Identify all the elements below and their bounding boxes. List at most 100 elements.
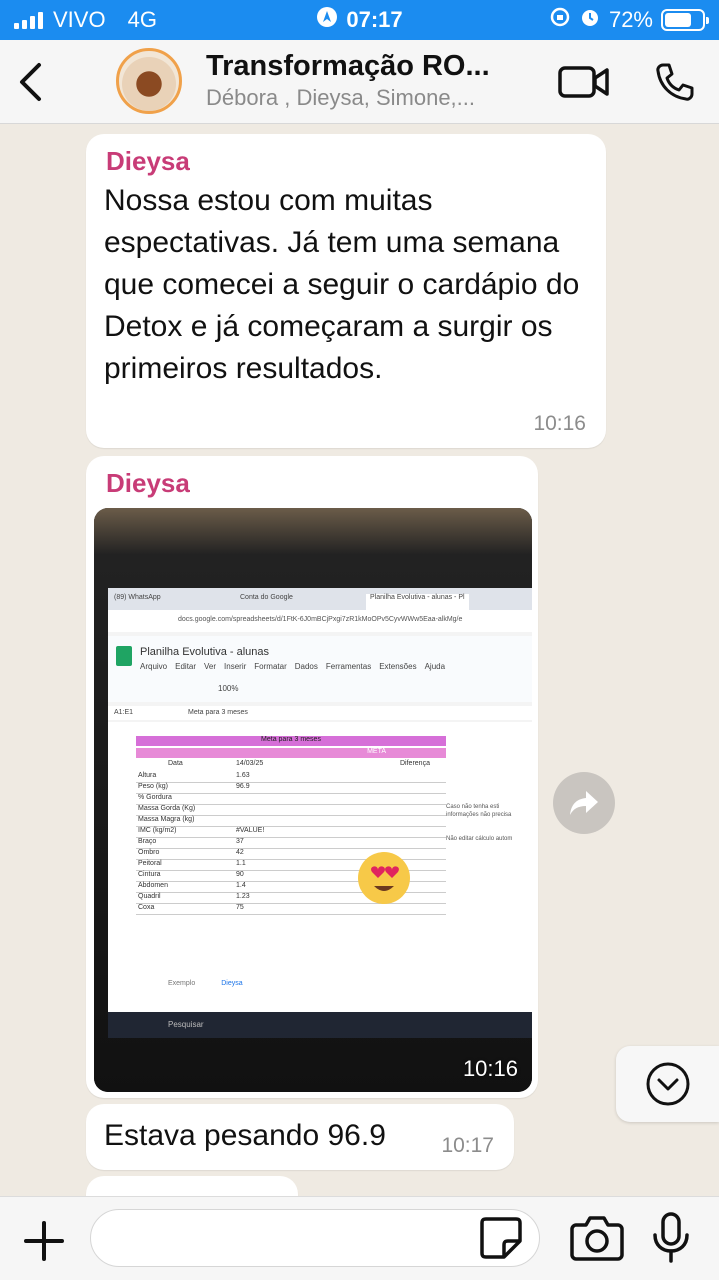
sheets-menu: Arquivo Editar Ver Inserir Formatar Dado… [140,662,445,671]
group-avatar[interactable] [116,48,182,114]
forward-button[interactable] [553,772,615,834]
sheet-row-value: 1.1 [236,860,246,867]
sheet-row-line [136,848,446,849]
plus-icon [24,1221,64,1261]
battery-icon [661,9,709,31]
menu-item: Dados [294,662,318,671]
sheet-row-label: Peitoral [138,860,162,867]
sheet-row-value: 1.63 [236,772,250,779]
attach-button[interactable] [18,1215,70,1267]
sheet-tab: Dieysa [221,980,243,987]
messages-area[interactable]: Dieysa Nossa estou com muitas espectativ… [0,124,719,1196]
address-bar: docs.google.com/spreadsheets/d/1FtK-6J0m… [108,610,532,632]
sheets-header: Planilha Evolutiva - alunas Arquivo Edit… [108,636,532,702]
sheet-row-value: #VALUE! [236,827,265,834]
zoom-level: 100% [218,684,239,693]
sheet-row-line [136,793,446,794]
sticker-icon [480,1217,522,1259]
sheet-row-label: Ombro [138,849,160,856]
sheet-row-label: Altura [138,772,157,779]
scroll-to-bottom-button[interactable] [616,1046,719,1122]
spreadsheet-screen: (89) WhatsApp Conta do Google Planilha E… [108,588,532,1038]
formula-content: Meta para 3 meses [188,709,248,716]
phone-icon [656,63,694,101]
message-photo[interactable]: (89) WhatsApp Conta do Google Planilha E… [94,508,532,1092]
menu-item: Formatar [254,662,287,671]
carrier-label: VIVO [53,7,106,32]
chat-title: Transformação RO... [206,50,490,82]
network-label: 4G [127,7,157,32]
sheet-row-line [136,826,446,827]
sheet-row-label: % Gordura [138,794,172,801]
forward-arrow-icon [570,791,598,815]
sheet-row-label: Quadril [138,893,161,900]
video-camera-icon [558,66,609,98]
photo-message-bubble[interactable]: Dieysa (89) WhatsApp Conta do Google Pla… [86,456,538,1098]
message-bubble-partial[interactable] [86,1176,298,1196]
sheet-row-label: IMC (kg/m2) [138,827,177,834]
back-button[interactable] [0,40,60,124]
video-call-button[interactable] [539,40,629,124]
chevron-down-icon [646,1062,689,1106]
message-text: Estava pesando 96.9 [104,1119,386,1152]
message-text: Nossa estou com muitas espectativas. Já … [104,184,580,385]
sheet-row-label: Abdomen [138,882,168,889]
side-note: Caso não tenha esti [446,804,500,810]
microphone-button[interactable] [648,1211,694,1265]
camera-icon [570,1216,624,1261]
sheet-row-value: 1.4 [236,882,246,889]
camera-button[interactable] [570,1213,624,1263]
message-bubble[interactable]: Dieysa Nossa estou com muitas espectativ… [86,134,606,448]
clock: 07:17 [346,7,403,32]
taskbar-search: Pesquisar [168,1020,204,1029]
menu-item: Ajuda [424,662,446,671]
sheet-row-label: Cintura [138,871,161,878]
browser-tab: Planilha Evolutiva - alunas - Pl [366,594,469,610]
sheet-row-line [136,782,446,783]
sticker-button[interactable] [478,1215,524,1261]
meta-label: META [136,748,446,758]
menu-item: Arquivo [140,662,168,671]
browser-tabs: (89) WhatsApp Conta do Google Planilha E… [108,588,532,610]
browser-tab: (89) WhatsApp [114,594,161,601]
chat-header: Transformação RO... Débora , Dieysa, Sim… [0,40,719,124]
menu-item: Editar [175,662,197,671]
message-sender: Dieysa [106,468,190,498]
status-bar: VIVO 4G 07:17 72% [0,0,719,40]
voice-call-button[interactable] [629,40,719,124]
browser-tab: Conta do Google [240,594,293,601]
col-date: 14/03/25 [236,760,264,767]
sheet-row-line [136,914,446,915]
microphone-icon [653,1212,689,1263]
menu-item: Ver [204,662,217,671]
composer-bar [0,1196,719,1280]
side-note: Não editar cálculo autom [446,836,513,842]
message-sender: Dieysa [106,146,190,176]
sheet-row-line [136,837,446,838]
menu-item: Inserir [224,662,247,671]
sheet-row-label: Massa Magra (kg) [138,816,195,823]
chat-info[interactable]: Transformação RO... Débora , Dieysa, Sim… [206,50,516,111]
signal-icon [14,11,43,29]
battery-percent: 72% [608,7,653,32]
sheet-row-value: 42 [236,849,244,856]
message-bubble[interactable]: Estava pesando 96.9 10:17 [86,1104,514,1170]
sheets-logo-icon [116,646,132,666]
chat-participants: Débora , Dieysa, Simone,... [206,85,476,110]
formula-bar: A1:E1 Meta para 3 meses [108,706,532,720]
sheet-row-label: Braço [138,838,157,845]
rotation-lock-icon [549,6,571,34]
sheet-tabs: Exemplo Dieysa [168,980,243,987]
menu-item: Extensões [379,662,417,671]
meta-header: Meta para 3 meses [136,736,446,746]
message-input[interactable] [90,1209,540,1267]
spreadsheet-grid: Meta para 3 meses META Data 14/03/25 Dif… [108,722,532,1012]
sheet-row-value: 37 [236,838,244,845]
menu-item: Ferramentas [325,662,372,671]
cell-reference: A1:E1 [114,709,134,716]
message-time: 10:17 [441,1134,494,1157]
sheet-row-label: Coxa [138,904,155,911]
sheet-row-label: Peso (kg) [138,783,168,790]
doc-title: Planilha Evolutiva - alunas [140,646,270,658]
photo-time: 10:16 [462,1056,518,1081]
